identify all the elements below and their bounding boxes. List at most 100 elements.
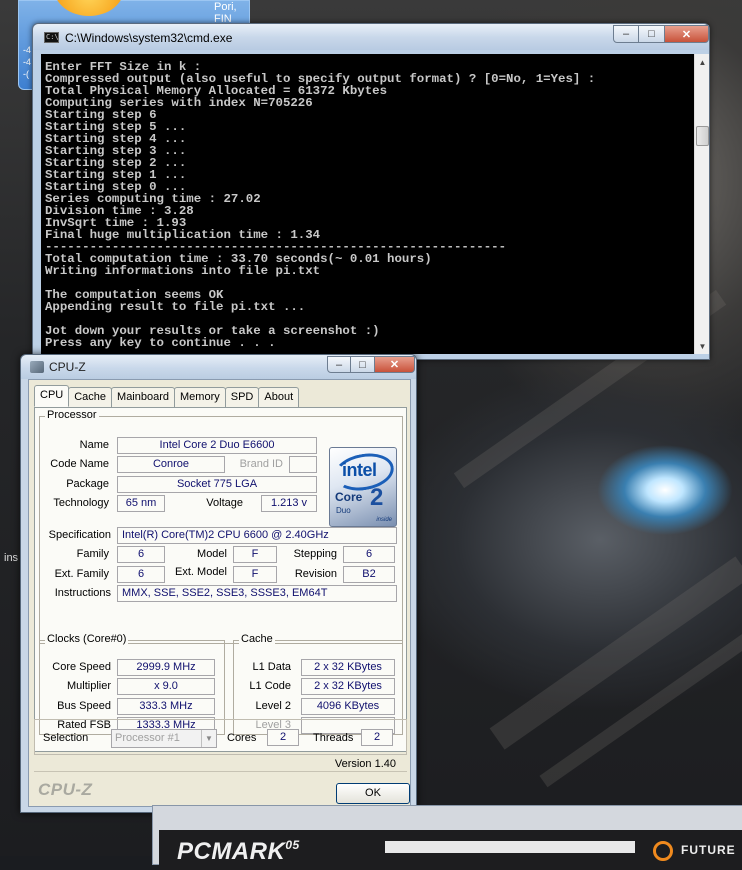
cpu-tab-panel: Processor Name Intel Core 2 Duo E6600 Co… — [34, 407, 407, 752]
console-output[interactable]: Enter FFT Size in k : Compressed output (… — [41, 54, 694, 354]
extfamily-label: Ext. Family — [54, 568, 109, 580]
futuremark-icon — [653, 841, 673, 861]
cmd-title: C:\Windows\system32\cmd.exe — [65, 31, 233, 45]
chevron-down-icon: ▼ — [201, 730, 216, 747]
close-button[interactable]: ✕ — [665, 25, 709, 43]
tab-strip: CPU Cache Mainboard Memory SPD About — [34, 385, 300, 408]
pcmark-banner: PCMARK05 FUTURE — [159, 830, 742, 870]
cpuz-brand: CPU-Z — [38, 780, 93, 799]
console-line: Press any key to continue . . . — [45, 336, 276, 350]
level2-value: 4096 KBytes — [301, 698, 395, 715]
technology-value: 65 nm — [117, 495, 165, 512]
pcmark-window[interactable]: PCMARK05 FUTURE — [152, 805, 742, 870]
brandid-label: Brand ID — [239, 458, 283, 470]
l1code-value: 2 x 32 KBytes — [301, 678, 395, 695]
instructions-label: Instructions — [54, 587, 111, 599]
maximize-button[interactable]: □ — [351, 356, 375, 373]
close-icon: ✕ — [681, 28, 692, 41]
pcmark-header-bar — [385, 841, 635, 853]
family-label: Family — [76, 548, 109, 560]
specification-label: Specification — [48, 529, 111, 541]
model-label: Model — [197, 548, 227, 560]
pcmark-logo: PCMARK05 — [177, 838, 300, 866]
busspeed-value: 333.3 MHz — [117, 698, 215, 715]
l1data-label: L1 Data — [252, 661, 291, 673]
maximize-icon: □ — [359, 358, 366, 371]
cmd-window[interactable]: C:\ C:\Windows\system32\cmd.exe – □ ✕ En… — [32, 23, 710, 360]
family-value: 6 — [117, 546, 165, 563]
publisher-name: FUTURE — [681, 843, 736, 857]
intel-core2-logo: intel Core 2 Duo inside — [329, 447, 397, 527]
cores-value: 2 — [267, 729, 299, 746]
console-line: Writing informations into file pi.txt — [45, 264, 321, 278]
cache-group-title: Cache — [239, 633, 275, 645]
intel-wordmark: intel — [342, 460, 377, 480]
extfamily-value: 6 — [117, 566, 165, 583]
package-value: Socket 775 LGA — [117, 476, 317, 493]
tab-mainboard[interactable]: Mainboard — [111, 387, 176, 407]
gadget-temp: -4 — [23, 45, 32, 55]
vertical-scrollbar[interactable]: ▲ ▼ — [694, 54, 709, 354]
tab-cpu[interactable]: CPU — [34, 385, 70, 407]
corespeed-value: 2999.9 MHz — [117, 659, 215, 676]
ok-button[interactable]: OK — [336, 783, 410, 804]
brandid-value — [289, 456, 317, 473]
multiplier-value: x 9.0 — [117, 678, 215, 695]
revision-value: B2 — [343, 566, 395, 583]
gadget-temp: -4 — [23, 57, 32, 67]
maximize-icon: □ — [648, 28, 655, 40]
scrollbar-thumb[interactable] — [696, 126, 709, 146]
name-value: Intel Core 2 Duo E6600 — [117, 437, 317, 454]
processor-select[interactable]: Processor #1 ▼ — [111, 729, 217, 748]
minimize-icon: – — [335, 358, 343, 371]
sun-icon — [54, 0, 124, 16]
core-wordmark: Core — [335, 490, 363, 504]
extmodel-label: Ext. Model — [175, 566, 227, 578]
minimize-button[interactable]: – — [613, 25, 639, 43]
close-button[interactable]: ✕ — [375, 356, 415, 373]
core-2-numeral: 2 — [370, 484, 384, 511]
voltage-label: Voltage — [206, 497, 243, 509]
scroll-down-icon[interactable]: ▼ — [695, 338, 710, 354]
l1code-label: L1 Code — [249, 680, 291, 692]
inside-wordmark: inside — [376, 517, 392, 523]
version-label: Version 1.40 — [334, 758, 396, 770]
extmodel-value: F — [233, 566, 277, 583]
tab-about[interactable]: About — [258, 387, 300, 407]
cpuz-titlebar[interactable]: CPU-Z – □ ✕ — [21, 355, 416, 379]
busspeed-label: Bus Speed — [57, 700, 111, 712]
threads-value: 2 — [361, 729, 393, 746]
gadget-city: Pori, FIN — [214, 1, 237, 25]
technology-label: Technology — [53, 497, 109, 509]
minimize-button[interactable]: – — [327, 356, 351, 373]
close-icon: ✕ — [389, 359, 400, 371]
revision-label: Revision — [294, 568, 337, 580]
l1data-value: 2 x 32 KBytes — [301, 659, 395, 676]
divider — [34, 771, 407, 772]
pcmark-wordmark: PCMARK — [177, 838, 286, 865]
specification-value: Intel(R) Core(TM)2 CPU 6600 @ 2.40GHz — [117, 527, 397, 544]
selection-label: Selection — [43, 732, 89, 744]
tab-memory[interactable]: Memory — [174, 387, 226, 407]
name-label: Name — [79, 439, 109, 451]
level2-label: Level 2 — [255, 700, 291, 712]
gadget-temp: -( — [23, 69, 29, 79]
console-text: Enter FFT Size in k : Compressed output (… — [45, 61, 694, 349]
cmd-titlebar[interactable]: C:\ C:\Windows\system32\cmd.exe – □ ✕ — [33, 24, 709, 50]
scroll-up-icon[interactable]: ▲ — [695, 54, 710, 70]
pcmark-version: 05 — [285, 838, 300, 852]
console-icon: C:\ — [44, 32, 59, 43]
package-label: Package — [66, 478, 109, 490]
desktop-text: ins — [4, 552, 19, 564]
duo-wordmark: Duo — [336, 506, 351, 515]
minimize-icon: – — [622, 28, 630, 40]
tab-cache[interactable]: Cache — [68, 387, 113, 407]
tab-spd[interactable]: SPD — [224, 387, 260, 407]
console-line: Appending result to file pi.txt ... — [45, 300, 306, 314]
maximize-button[interactable]: □ — [639, 25, 665, 43]
cpuz-window[interactable]: CPU-Z – □ ✕ CPU Cache Mainboard Memory S… — [20, 354, 417, 813]
cpuz-title: CPU-Z — [49, 360, 86, 374]
processor-select-value: Processor #1 — [115, 732, 180, 744]
cpuz-body: CPU Cache Mainboard Memory SPD About Pro… — [28, 379, 411, 807]
corespeed-label: Core Speed — [52, 661, 111, 673]
